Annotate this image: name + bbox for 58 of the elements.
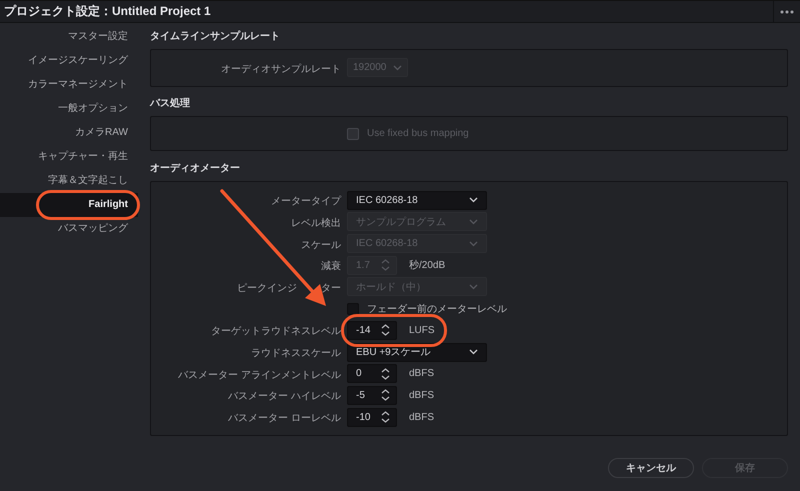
chevron-down-icon: [393, 64, 402, 71]
field-label: バスメーター ハイレベル: [228, 391, 341, 402]
number-field[interactable]: 0: [347, 364, 397, 384]
number-field[interactable]: -10: [347, 408, 397, 427]
section-heading: オーディオメーター: [150, 162, 241, 176]
field-label: ターゲットラウドネスレベル: [211, 326, 341, 338]
sidebar-item[interactable]: バスマッピング: [0, 217, 138, 241]
dropdown-value: IEC 60268-18: [356, 238, 418, 250]
dropdown[interactable]: EBU +9スケール: [347, 342, 487, 362]
more-icon[interactable]: [780, 10, 794, 14]
field-label: レベル検出: [291, 218, 341, 229]
stepper-icon: [381, 368, 390, 380]
field-label: メータータイプ: [271, 196, 341, 208]
field-label: ター: [321, 282, 341, 294]
unit-label: LUFS: [409, 324, 435, 336]
stepper-icon: [381, 389, 390, 402]
sidebar-item[interactable]: カメラRAW: [0, 121, 138, 145]
dropdown[interactable]: IEC 60268-18: [347, 190, 487, 210]
unit-label: dBFS: [409, 390, 434, 401]
unit-label: 秒/20dB: [409, 258, 446, 272]
dropdown-value: 192000: [353, 62, 386, 74]
chevron-down-icon: [469, 349, 478, 356]
chevron-down-icon: [469, 284, 478, 290]
chevron-down-icon: [469, 240, 478, 247]
number-field[interactable]: -5: [347, 386, 397, 405]
field-label: バスメーター ローレベル: [228, 413, 341, 424]
field-label: スケール: [301, 240, 341, 251]
sidebar-item[interactable]: 一般オプション: [0, 97, 138, 121]
field-label: ピークインジ: [237, 282, 297, 294]
stepper-icon: [381, 411, 390, 424]
unit-label: dBFS: [409, 368, 434, 380]
number-field[interactable]: -14: [347, 320, 397, 340]
field-label: オーディオサンプルレート: [221, 64, 341, 75]
chevron-down-icon: [469, 197, 478, 204]
sidebar-item[interactable]: Fairlight: [0, 193, 138, 217]
checkbox-label: Use fixed bus mapping: [367, 128, 469, 140]
section-heading: バス処理: [150, 96, 191, 111]
field-label: ラウドネススケール: [251, 348, 341, 360]
unit-label: dBFS: [409, 412, 434, 423]
dialog-button[interactable]: キャンセル: [608, 458, 694, 478]
field-label: 減衰: [321, 261, 341, 272]
dropdown-value: ホールド（中）: [356, 280, 426, 294]
sidebar-item[interactable]: マスター設定: [0, 25, 138, 49]
dropdown-value: EBU +9スケール: [356, 346, 431, 360]
sidebar-item[interactable]: カラーマネージメント: [0, 73, 138, 97]
sidebar-item[interactable]: 字幕＆文字起こし: [0, 169, 138, 193]
stepper-icon: [381, 259, 390, 272]
checkbox-label: フェーダー前のメーターレベル: [367, 302, 507, 316]
dropdown-value: サンプルプログラム: [356, 216, 446, 229]
sidebar-item[interactable]: キャプチャー・再生: [0, 145, 138, 169]
stepper-icon: [381, 324, 390, 336]
sidebar-item[interactable]: イメージスケーリング: [0, 49, 138, 73]
checkbox[interactable]: [347, 302, 359, 315]
section-heading: タイムラインサンプルレート: [150, 29, 281, 44]
field-label: バスメーター アラインメントレベル: [178, 370, 341, 381]
chevron-down-icon: [469, 218, 478, 225]
dropdown-value: IEC 60268-18: [356, 194, 418, 206]
window-title: プロジェクト設定：Untitled Project 1: [3, 3, 212, 20]
